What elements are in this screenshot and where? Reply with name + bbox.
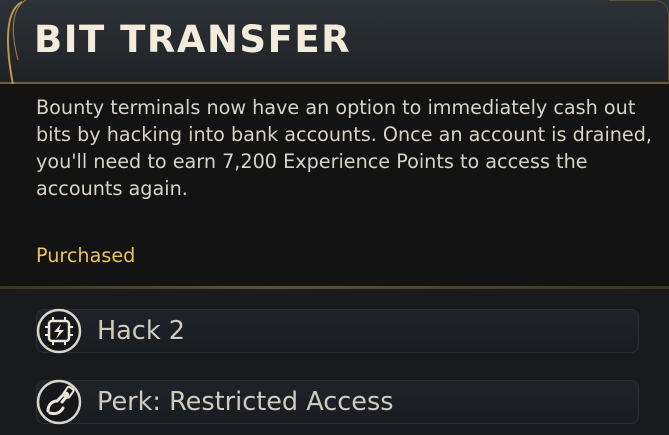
perk-hand-icon — [36, 379, 82, 425]
page-title: BIT TRANSFER — [34, 18, 352, 61]
header-corner-frame — [609, 0, 669, 84]
status-label: Purchased — [36, 244, 136, 267]
hack-chip-icon — [36, 308, 82, 354]
perk-description: Bounty terminals now have an option to i… — [36, 96, 653, 200]
perk-tooltip-panel: BIT TRANSFER Bounty terminals now have a… — [0, 0, 669, 435]
requirement-label-perk: Perk: Restricted Access — [97, 387, 394, 417]
requirement-label-hack: Hack 2 — [97, 316, 185, 346]
